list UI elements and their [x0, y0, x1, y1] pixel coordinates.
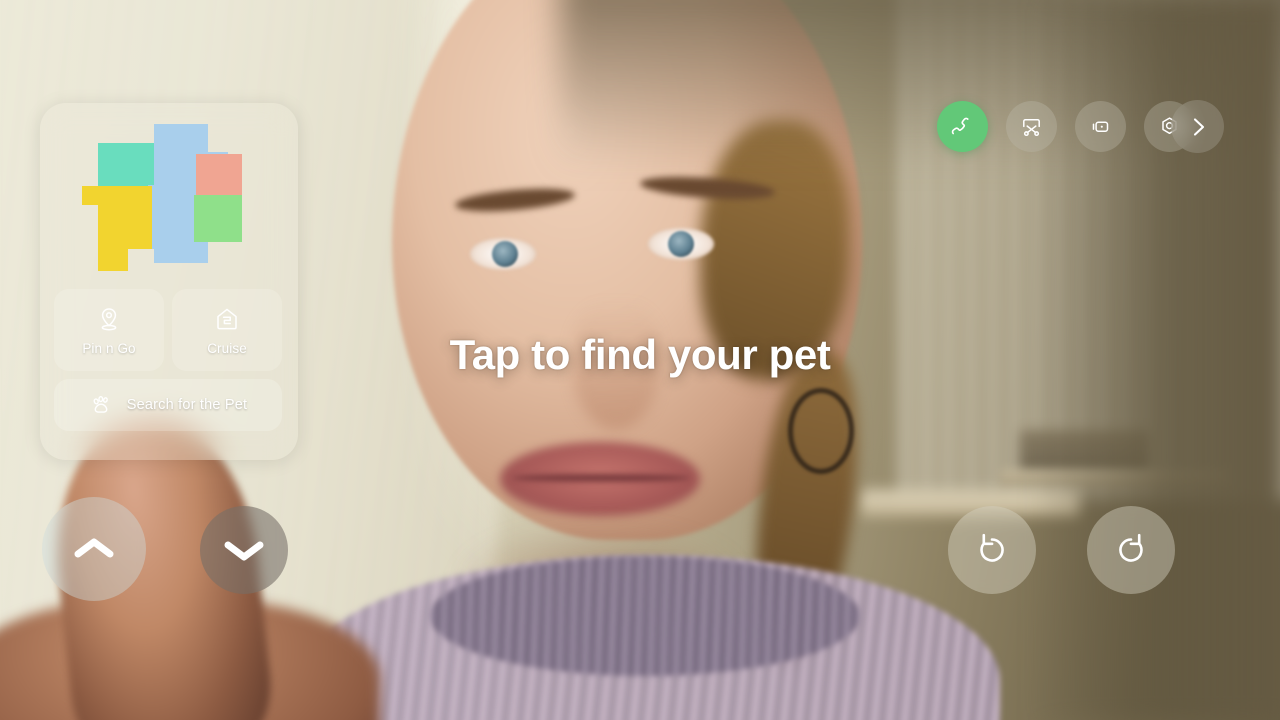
paw-print-icon: [89, 393, 115, 417]
rotate-ccw-icon: [972, 530, 1012, 570]
call-button[interactable]: [937, 101, 988, 152]
drive-forward-button[interactable]: [42, 497, 146, 601]
next-page-button[interactable]: [1171, 100, 1224, 153]
page-title: Tap to find your pet: [449, 331, 831, 378]
video-camera-icon: [1088, 114, 1113, 139]
ui-overlay: Pin n Go Cruise Search for the Pet Tap t…: [0, 0, 1280, 720]
map-room-green: [194, 195, 242, 242]
chevron-up-icon: [72, 534, 116, 564]
camera-button[interactable]: [1075, 101, 1126, 152]
floor-plan-map[interactable]: [70, 121, 270, 286]
rotate-cw-icon: [1111, 530, 1151, 570]
map-room-yellow: [82, 186, 152, 271]
chevron-down-icon: [222, 535, 266, 565]
map-control-panel: Pin n Go Cruise Search for the Pet: [40, 103, 298, 460]
scissors-frame-icon: [1019, 114, 1044, 139]
rotate-right-button[interactable]: [1087, 506, 1175, 594]
map-room-teal: [98, 143, 156, 188]
mow-button[interactable]: [1006, 101, 1057, 152]
rotate-left-button[interactable]: [948, 506, 1036, 594]
app-screen: Pin n Go Cruise Search for the Pet Tap t…: [0, 0, 1280, 720]
search-for-the-pet-button[interactable]: Search for the Pet: [54, 379, 282, 431]
phone-icon: [950, 114, 975, 139]
chevron-right-icon: [1185, 114, 1211, 140]
search-for-the-pet-label: Search for the Pet: [126, 397, 248, 413]
map-room-salmon: [196, 154, 242, 195]
drive-backward-button[interactable]: [200, 506, 288, 594]
house-route-icon: [214, 305, 240, 333]
map-pin-icon: [96, 305, 122, 333]
top-toolbar: [937, 101, 1195, 152]
